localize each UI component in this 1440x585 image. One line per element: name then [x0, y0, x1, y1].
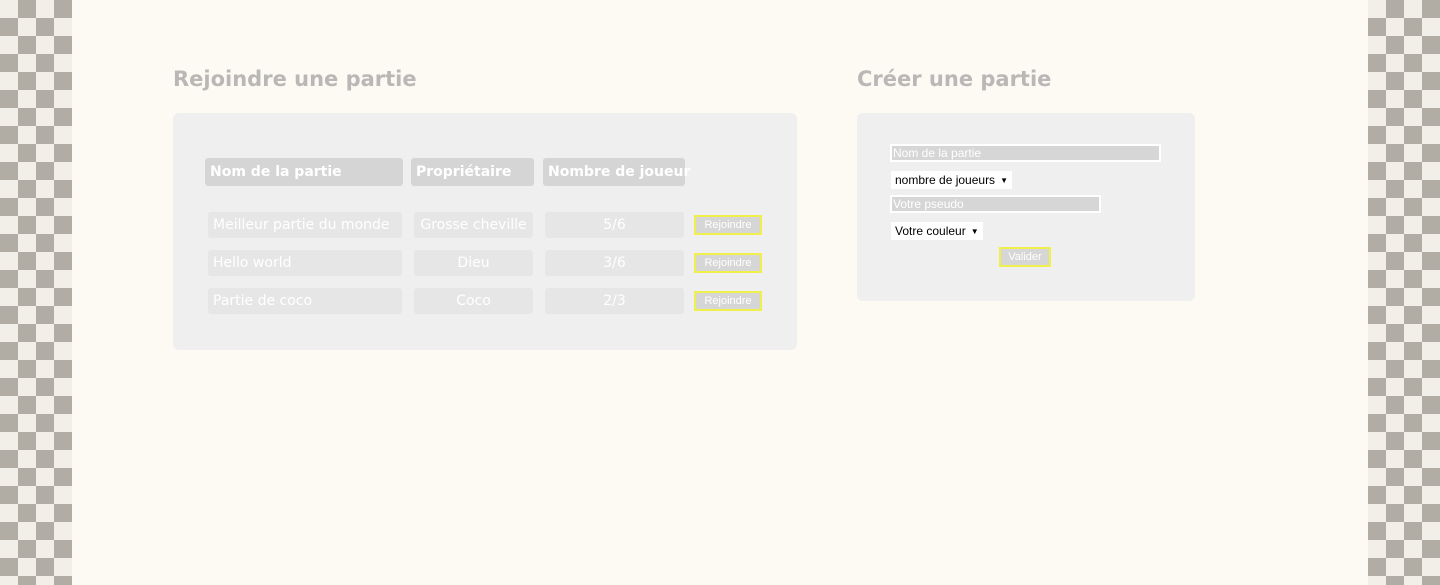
validate-button[interactable]: Valider	[999, 247, 1051, 267]
join-button[interactable]: Rejoindre	[694, 253, 762, 273]
checker-border-right	[1368, 0, 1440, 585]
players-cell: 3/6	[545, 250, 684, 276]
owner-cell: Coco	[414, 288, 533, 314]
dropdown-arrow-icon: ▼	[1000, 176, 1008, 185]
pseudo-input[interactable]	[890, 195, 1101, 213]
header-game-name: Nom de la partie	[205, 158, 403, 186]
checker-border-left	[0, 0, 72, 585]
dropdown-arrow-icon: ▼	[970, 227, 979, 236]
create-panel: nombre de joueurs ▼ Votre couleur ▼ Valide…	[857, 113, 1195, 301]
game-name-cell: Hello world	[208, 250, 402, 276]
join-button[interactable]: Rejoindre	[694, 291, 762, 311]
main-content: Rejoindre une partie Nom de la partie Pr…	[72, 0, 1368, 585]
player-count-select-value: nombre de joueurs	[895, 173, 996, 187]
color-select[interactable]: Votre couleur ▼	[891, 222, 983, 240]
color-select-value: Votre couleur	[895, 224, 966, 238]
owner-cell: Dieu	[414, 250, 533, 276]
join-panel: Nom de la partie Propriétaire Nombre de …	[173, 113, 797, 350]
header-owner: Propriétaire	[411, 158, 534, 186]
players-cell: 5/6	[545, 212, 684, 238]
owner-cell: Grosse cheville	[414, 212, 533, 238]
player-count-select[interactable]: nombre de joueurs ▼	[891, 171, 1012, 189]
game-name-cell: Meilleur partie du monde	[208, 212, 402, 238]
join-button[interactable]: Rejoindre	[694, 215, 762, 235]
game-name-cell: Partie de coco	[208, 288, 402, 314]
header-player-count: Nombre de joueur	[543, 158, 690, 186]
join-section-title: Rejoindre une partie	[173, 67, 417, 91]
game-name-input[interactable]	[890, 144, 1161, 162]
create-section-title: Créer une partie	[857, 67, 1052, 91]
players-cell: 2/3	[545, 288, 684, 314]
